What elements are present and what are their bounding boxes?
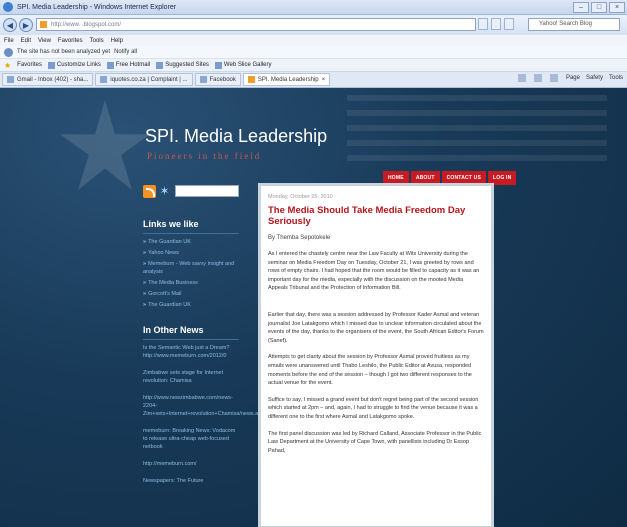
url-text: http://www. .blogspot.com/	[51, 21, 122, 28]
link-icon	[106, 61, 114, 69]
gmail-icon	[7, 76, 14, 83]
favorites-button[interactable]: Favorites	[17, 62, 42, 68]
url-controls	[478, 18, 514, 30]
page-menu[interactable]: Page	[566, 75, 580, 81]
post-paragraph: Earlier that day, there was a session ad…	[268, 311, 484, 344]
menu-tools[interactable]: Tools	[90, 38, 104, 44]
sidebar-search-input[interactable]	[175, 185, 239, 197]
menu-favorites[interactable]: Favorites	[58, 38, 83, 44]
post-paragraph: As I entered the chastely centre near th…	[268, 251, 480, 292]
post-title[interactable]: The Media Should Take Media Freedom Day …	[268, 205, 484, 227]
link-item[interactable]: » The Guardian UK	[143, 238, 247, 246]
news-item[interactable]: http://www.newzimbabwe.com/news-2204-Zim…	[143, 394, 267, 418]
status-message: The site has not been analyzed yet	[17, 49, 111, 55]
favorites-bar: ★ Favorites Customize Links Free Hotmail…	[0, 59, 627, 72]
search-input[interactable]: Yahoo! Search Blog	[528, 18, 620, 31]
favorite-link[interactable]: Suggested Sites	[156, 61, 209, 69]
post-body: As I entered the chastely centre near th…	[268, 250, 484, 455]
refresh-icon[interactable]	[491, 18, 501, 30]
stop-icon[interactable]	[504, 18, 514, 30]
tools-menu[interactable]: Tools	[609, 75, 623, 81]
home-icon[interactable]	[517, 74, 528, 82]
address-bar: ◀ ▶ http://www. .blogspot.com/ Yahoo! Se…	[0, 15, 627, 35]
minimize-button[interactable]: –	[573, 2, 589, 13]
post-author: By Themba Sepotokele	[268, 235, 331, 241]
news-list: Is the Semantic Web just a Dream? http:/…	[137, 344, 267, 485]
link-item[interactable]: » Memeburn - Web savvy insight and analys…	[143, 260, 247, 276]
stripes-decoration	[347, 95, 607, 161]
link-item[interactable]: » The Media Business	[143, 279, 247, 287]
command-bar: Page Safety Tools	[517, 74, 623, 82]
blog-title[interactable]: SPI. Media Leadership	[145, 126, 327, 147]
security-icon	[4, 47, 13, 57]
rss-icon[interactable]	[143, 184, 156, 198]
favorite-link[interactable]: Web Slice Gallery	[214, 61, 272, 69]
maximize-button[interactable]: □	[591, 2, 607, 13]
back-button[interactable]: ◀	[3, 18, 17, 32]
url-field[interactable]: http://www. .blogspot.com/	[36, 18, 476, 31]
safety-menu[interactable]: Safety	[586, 75, 603, 81]
tab-close-icon[interactable]: ×	[322, 77, 326, 83]
window-title: SPI. Media Leadership - Windows Internet…	[17, 3, 177, 11]
news-item[interactable]: Is the Semantic Web just a Dream? http:/…	[143, 344, 239, 360]
news-heading: In Other News	[143, 325, 204, 335]
divider	[143, 233, 239, 234]
status-extra[interactable]: Notify all	[114, 49, 137, 55]
menu-bar: File Edit View Favorites Tools Help	[0, 35, 627, 46]
page-icon	[40, 21, 47, 28]
link-item[interactable]: » Yahoo News	[143, 249, 247, 257]
post-date: Monday, October 25, 2010	[268, 194, 333, 200]
security-status-bar: The site has not been analyzed yet Notif…	[0, 46, 627, 59]
link-icon	[156, 61, 164, 69]
post-paragraph: Attempts to get clarity about the sessio…	[268, 354, 472, 387]
print-icon[interactable]	[549, 74, 560, 82]
links-heading: Links we like	[143, 219, 199, 229]
blog-description: Pioneers in the field	[147, 151, 262, 161]
tab-iquotes[interactable]: iquotes.co.za | Complaint | ...	[95, 73, 193, 86]
post-paragraph: Suffice to say, I missed a grand event b…	[268, 396, 479, 420]
menu-view[interactable]: View	[38, 38, 51, 44]
sidebar-tools: ✶	[143, 183, 247, 199]
favorite-link[interactable]: Free Hotmail	[106, 61, 150, 69]
link-item[interactable]: » The Guardian UK	[143, 301, 247, 309]
divider	[143, 339, 239, 340]
link-item[interactable]: » Gorcott's Mail	[143, 290, 247, 298]
close-button[interactable]: ×	[609, 2, 625, 13]
star-decoration	[60, 100, 150, 190]
blog-post: Monday, October 25, 2010 The Media Shoul…	[258, 183, 494, 527]
star-icon: ★	[4, 60, 12, 70]
favorite-link[interactable]: Customize Links	[47, 61, 101, 69]
feeds-icon[interactable]	[533, 74, 544, 82]
news-item[interactable]: memeburn: Breaking News: Vodacom to rele…	[143, 427, 239, 451]
news-item[interactable]: http://memeburn.com/	[143, 460, 239, 468]
sidebar: ✶ Links we like » The Guardian UK » Yahoo …	[137, 183, 267, 494]
tab-gmail[interactable]: Gmail - Inbox (402) - sha...	[2, 73, 94, 86]
menu-edit[interactable]: Edit	[21, 38, 31, 44]
tab-spi-media-leadership[interactable]: SPI. Media Leadership ×	[242, 73, 331, 86]
ie-logo-icon	[3, 2, 13, 12]
link-icon	[47, 61, 55, 69]
page-viewport: SPI. Media Leadership Pioneers in the fi…	[0, 88, 627, 527]
menu-help[interactable]: Help	[111, 38, 123, 44]
compat-view-icon[interactable]	[478, 18, 488, 30]
news-item[interactable]: Zimbabwe sets stage for Internet revolut…	[143, 369, 239, 385]
site-icon	[100, 76, 108, 83]
forward-button[interactable]: ▶	[19, 18, 33, 32]
menu-file[interactable]: File	[4, 38, 14, 44]
post-paragraph: The first panel discussion was led by Ri…	[268, 430, 482, 454]
tab-facebook[interactable]: Facebook	[194, 73, 241, 86]
facebook-icon	[199, 76, 207, 83]
window-titlebar: SPI. Media Leadership - Windows Internet…	[0, 0, 627, 15]
window-controls: – □ ×	[573, 2, 625, 13]
twitter-bird-icon[interactable]: ✶	[158, 184, 171, 198]
links-list: » The Guardian UK » Yahoo News » Memeburn -…	[143, 238, 247, 309]
link-icon	[214, 61, 222, 69]
blogger-icon	[247, 76, 255, 83]
tab-bar: Gmail - Inbox (402) - sha... iquotes.co.…	[0, 72, 627, 88]
news-item[interactable]: Newspapers: The Future	[143, 477, 239, 485]
